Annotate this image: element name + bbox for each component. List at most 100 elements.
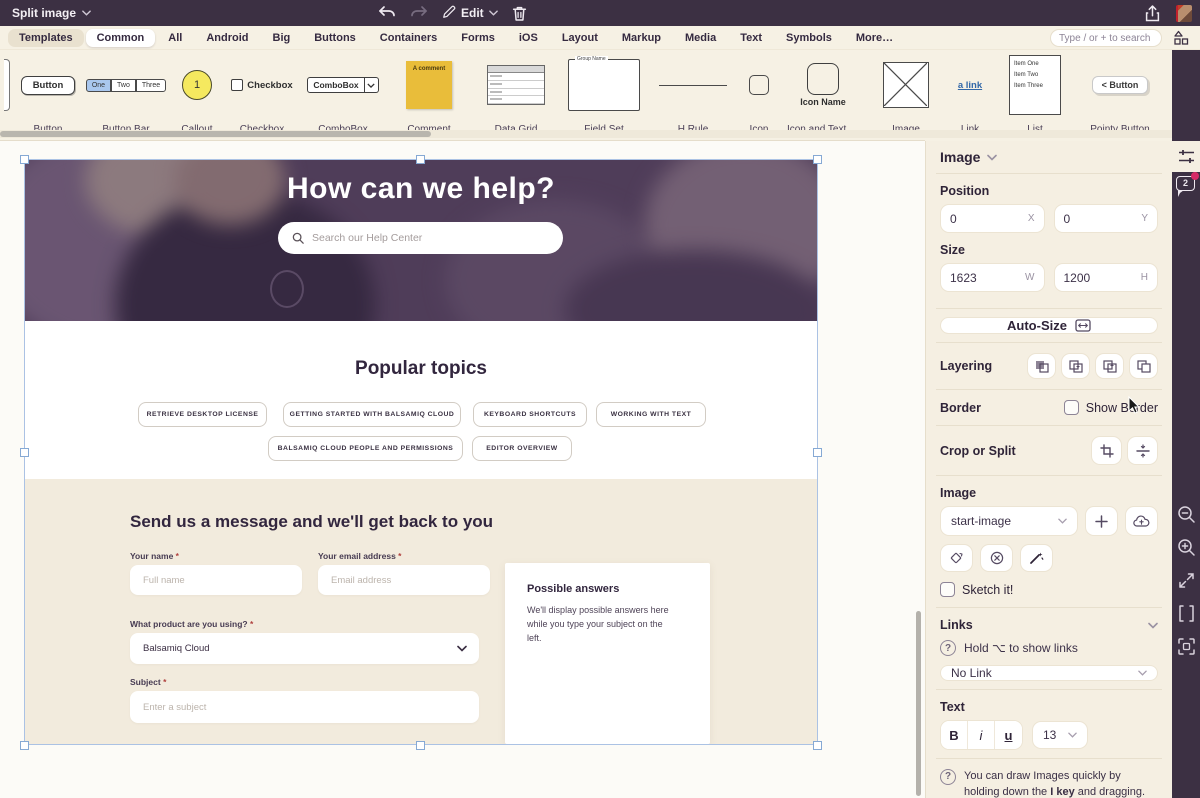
palette-item-link[interactable]: a link Link	[946, 50, 994, 141]
redo-icon[interactable]	[410, 5, 428, 21]
user-avatar[interactable]	[1176, 5, 1192, 22]
focus-selection-icon[interactable]	[1177, 637, 1196, 656]
add-image-button[interactable]	[1085, 506, 1118, 536]
help-icon: ?	[940, 769, 956, 785]
size-w-field[interactable]: W	[940, 263, 1045, 292]
crop-icon	[1100, 444, 1114, 458]
combobox-thumb: ComboBox	[307, 77, 378, 93]
italic-button[interactable]: i	[968, 721, 995, 749]
help-icon[interactable]: ?	[940, 640, 956, 656]
selection-handle-w[interactable]	[20, 448, 29, 457]
show-border-checkbox[interactable]: Show Border	[1064, 400, 1158, 415]
tab-symbols[interactable]: Symbols	[775, 29, 843, 47]
tab-big[interactable]: Big	[262, 29, 302, 47]
tab-all[interactable]: All	[157, 29, 193, 47]
zoom-out-icon[interactable]	[1177, 505, 1196, 524]
position-x-field[interactable]: X	[940, 204, 1045, 233]
inspector-toggle[interactable]	[1172, 141, 1200, 172]
text-section-label: Text	[940, 700, 1158, 714]
tab-buttons[interactable]: Buttons	[303, 29, 367, 47]
palette-item-button[interactable]: Button Button	[14, 50, 82, 141]
undo-icon[interactable]	[378, 5, 396, 21]
tab-layout[interactable]: Layout	[551, 29, 609, 47]
palette-item-pointy-button[interactable]: < Button Pointy Button	[1076, 50, 1164, 141]
selection-handle-sw[interactable]	[20, 741, 29, 750]
tab-forms[interactable]: Forms	[450, 29, 506, 47]
palette-item-hrule[interactable]: H.Rule	[648, 50, 738, 141]
share-icon[interactable]	[1145, 5, 1160, 21]
split-icon	[1136, 444, 1150, 458]
palette-item-callout[interactable]: 1 Callout	[170, 50, 224, 141]
palette-item-image[interactable]: Image	[866, 50, 946, 141]
send-backward-button[interactable]	[1061, 353, 1090, 379]
component-search-input[interactable]	[1050, 29, 1162, 47]
palette-item-list[interactable]: Item OneItem TwoItem Three List	[994, 50, 1076, 141]
position-y-field[interactable]: Y	[1054, 204, 1159, 233]
underline-button[interactable]: u	[995, 721, 1022, 749]
canvas-scrollbar-thumb[interactable]	[916, 611, 921, 796]
tab-containers[interactable]: Containers	[369, 29, 448, 47]
magic-wand-button[interactable]	[1020, 544, 1053, 572]
palette-scrollbar-thumb[interactable]	[0, 131, 431, 137]
tab-more[interactable]: More…	[845, 29, 904, 47]
size-h-field[interactable]: H	[1054, 263, 1159, 292]
palette-item-comment[interactable]: A comment Comment	[386, 50, 472, 141]
palette-item-button-bar[interactable]: OneTwoThree Button Bar	[82, 50, 170, 141]
palette-item-checkbox[interactable]: Checkbox Checkbox	[224, 50, 300, 141]
selection-handle-nw[interactable]	[20, 155, 29, 164]
tab-text[interactable]: Text	[729, 29, 773, 47]
crop-button[interactable]	[1091, 436, 1122, 465]
image-asset-select[interactable]: start-image	[940, 506, 1078, 536]
link-target-select[interactable]: No Link	[940, 665, 1158, 681]
inspector-header[interactable]: Image	[940, 149, 1158, 165]
palette-item-icon[interactable]: Icon	[738, 50, 780, 141]
remove-image-button[interactable]	[980, 544, 1013, 572]
font-size-select[interactable]: 13	[1032, 721, 1088, 749]
tab-media[interactable]: Media	[674, 29, 727, 47]
tab-common[interactable]: Common	[86, 29, 156, 47]
wireframe-canvas[interactable]: How can we help? Search our Help Center …	[0, 141, 925, 798]
tab-markup[interactable]: Markup	[611, 29, 672, 47]
position-y-input[interactable]	[1064, 212, 1138, 226]
trash-icon[interactable]	[512, 5, 527, 21]
icon-thumb	[749, 75, 769, 95]
split-button[interactable]	[1127, 436, 1158, 465]
palette-item-data-grid[interactable]: Data Grid	[472, 50, 560, 141]
position-x-input[interactable]	[950, 212, 1024, 226]
edit-mode-menu[interactable]: Edit	[442, 5, 498, 21]
size-h-input[interactable]	[1064, 271, 1137, 285]
comments-button[interactable]: 2	[1176, 176, 1197, 196]
fit-to-screen-icon[interactable]	[1177, 571, 1196, 590]
rotate-image-button[interactable]	[940, 544, 973, 572]
project-menu[interactable]: Split image	[12, 6, 91, 20]
selection-handle-ne[interactable]	[813, 155, 822, 164]
zoom-in-icon[interactable]	[1177, 538, 1196, 557]
palette-item-combobox[interactable]: ComboBox ComboBox	[300, 50, 386, 141]
tab-templates[interactable]: Templates	[8, 29, 84, 47]
mouse-cursor	[1128, 396, 1141, 415]
sketch-it-checkbox[interactable]: Sketch it!	[940, 582, 1158, 597]
palette-item-icon-and-text[interactable]: Icon Name Icon and Text …	[780, 50, 866, 141]
selection-handle-e[interactable]	[813, 448, 822, 457]
selection-handle-s[interactable]	[416, 741, 425, 750]
palette-item-field-set[interactable]: Group Name Field Set	[560, 50, 648, 141]
selection-handle-n[interactable]	[416, 155, 425, 164]
bold-button[interactable]: B	[941, 721, 968, 749]
layering-label: Layering	[940, 359, 992, 373]
ui-library-toggle-icon[interactable]	[1172, 29, 1190, 47]
selection-handle-se[interactable]	[813, 741, 822, 750]
bring-to-front-button[interactable]	[1129, 353, 1158, 379]
tab-ios[interactable]: iOS	[508, 29, 549, 47]
upload-image-button[interactable]	[1125, 506, 1158, 536]
brackets-icon[interactable]	[1177, 604, 1196, 623]
chevron-down-icon	[1058, 518, 1067, 524]
palette-item-cutoff[interactable]: …	[0, 50, 14, 141]
tab-android[interactable]: Android	[195, 29, 259, 47]
auto-size-button[interactable]: Auto-Size	[940, 317, 1158, 334]
edit-label: Edit	[461, 6, 484, 20]
collapse-links-icon[interactable]	[1148, 622, 1158, 629]
bring-forward-button[interactable]	[1095, 353, 1124, 379]
field-set-thumb: Group Name	[568, 59, 640, 111]
send-to-back-button[interactable]	[1027, 353, 1056, 379]
size-w-input[interactable]	[950, 271, 1021, 285]
